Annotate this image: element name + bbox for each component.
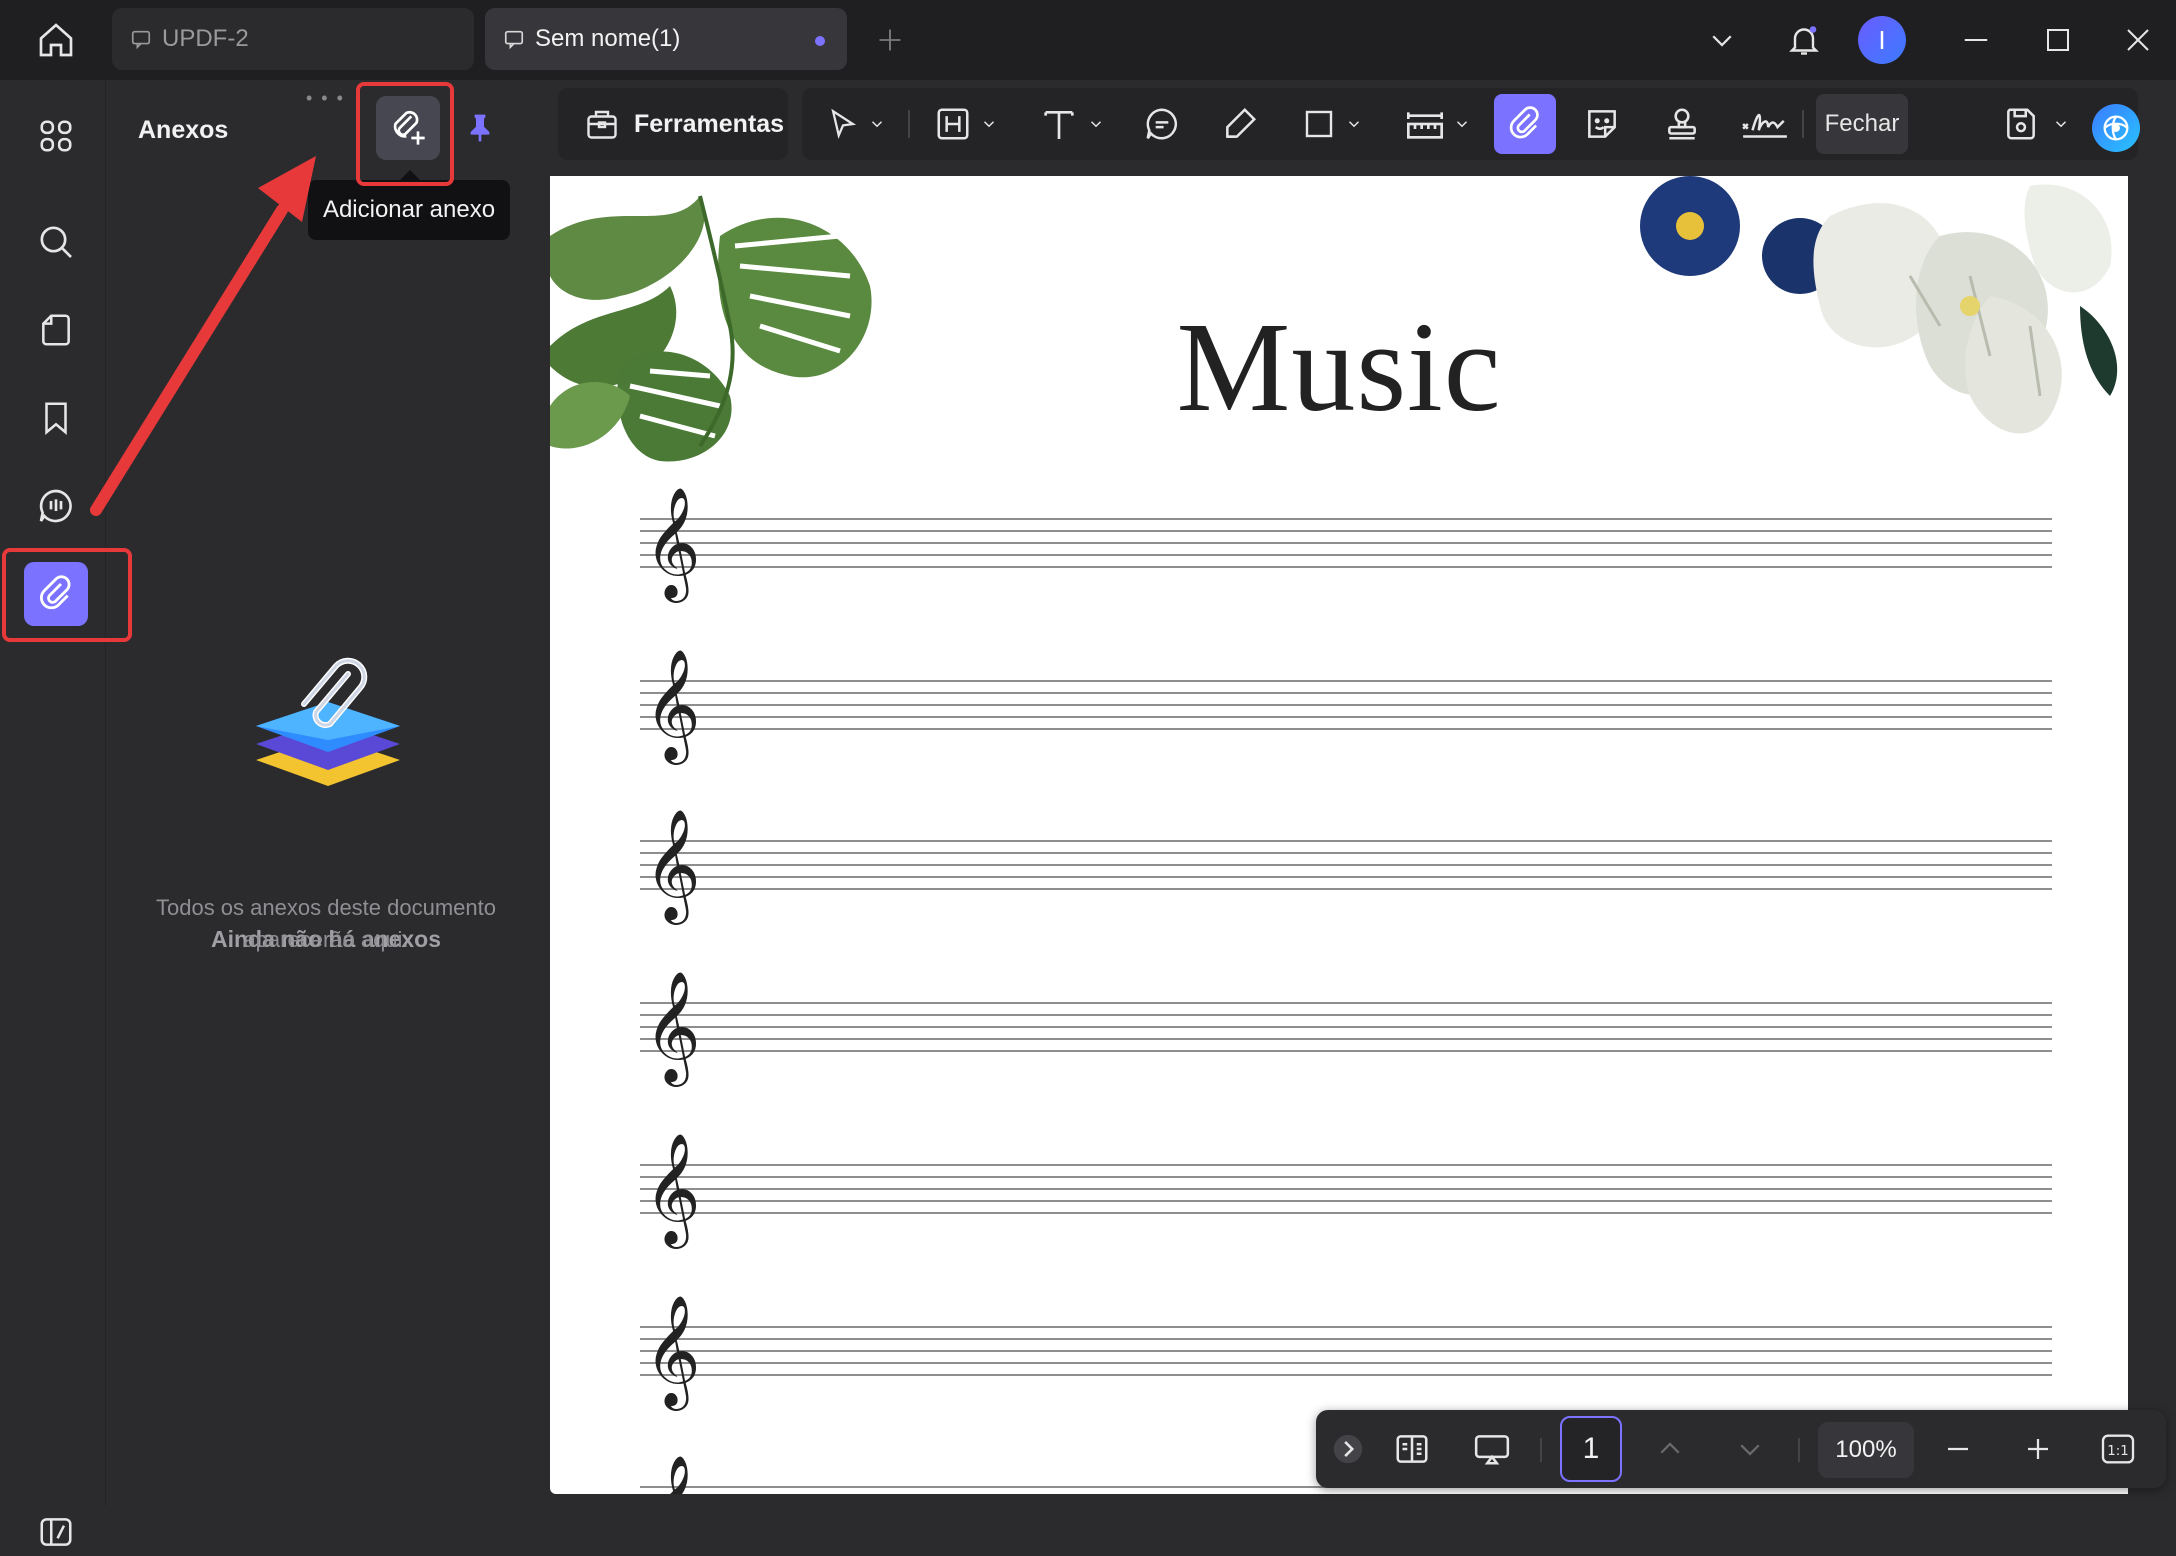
tools-label: Ferramentas — [634, 109, 785, 138]
left-rail — [0, 80, 106, 1546]
music-staff: 𝄞 — [640, 978, 2052, 1074]
empty-description: Todos os anexos deste documento aparecer… — [155, 895, 496, 952]
highlight-attachments-rail — [2, 548, 132, 642]
search-icon[interactable] — [24, 210, 88, 274]
next-page-icon[interactable] — [1726, 1425, 1774, 1473]
attachments-empty-illustration — [238, 640, 418, 820]
treble-clef-icon: 𝄞 — [644, 1462, 701, 1494]
minimize-icon[interactable] — [1952, 16, 2000, 64]
tab-label: Sem nome(1) — [535, 25, 681, 52]
shape-tool-icon[interactable] — [1292, 100, 1372, 148]
zoom-out-icon[interactable] — [1934, 1425, 1982, 1473]
expand-icon[interactable] — [1328, 1425, 1368, 1473]
tab-label: UPDF-2 — [162, 25, 249, 52]
zoom-in-icon[interactable] — [2014, 1425, 2062, 1473]
close-window-icon[interactable] — [2114, 16, 2162, 64]
text-tool-icon[interactable] — [1032, 100, 1112, 148]
avatar[interactable]: I — [1858, 16, 1906, 64]
treble-clef-icon: 𝄞 — [644, 970, 701, 1082]
tools-button[interactable]: Ferramentas — [558, 88, 788, 160]
highlight-tool-icon[interactable] — [926, 100, 1006, 148]
select-tool-icon[interactable] — [816, 100, 896, 148]
maximize-icon[interactable] — [2034, 16, 2082, 64]
music-staff: 𝄞 — [640, 1302, 2052, 1398]
save-icon[interactable] — [1990, 100, 2082, 148]
page-layout-icon[interactable] — [1388, 1425, 1436, 1473]
page-number-input[interactable]: 1 — [1560, 1416, 1622, 1482]
music-staff: 𝄞 — [640, 1140, 2052, 1236]
pdf-page[interactable]: Music 𝄞 𝄞 𝄞 𝄞 𝄞 𝄞 𝄞 — [550, 176, 2128, 1494]
document-title: Music — [1176, 296, 1502, 438]
signature-tool-icon[interactable] — [1736, 100, 1794, 148]
unsaved-dot-icon — [815, 36, 825, 46]
comment-icon — [504, 30, 524, 50]
pages-icon[interactable] — [24, 298, 88, 362]
drag-handle-icon[interactable]: • • • — [306, 88, 345, 109]
thumbnails-icon[interactable] — [24, 104, 88, 168]
treble-clef-icon: 𝄞 — [644, 808, 701, 920]
comment-icon — [131, 30, 151, 50]
sidebar-toggle-icon[interactable] — [32, 1508, 80, 1556]
pin-icon[interactable] — [460, 108, 500, 148]
measure-tool-icon[interactable] — [1398, 100, 1478, 148]
annotation-toolbar: Ferramentas Fechar — [550, 80, 2170, 176]
comment-tool-icon[interactable] — [1138, 100, 1186, 148]
treble-clef-icon: 𝄞 — [644, 1132, 701, 1244]
music-staff: 𝄞 — [640, 656, 2052, 752]
tooltip: Adicionar anexo — [308, 170, 510, 240]
attachment-tool-icon[interactable] — [1494, 94, 1556, 154]
highlight-add-attachment — [356, 82, 454, 186]
sticker-tool-icon[interactable] — [1578, 100, 1626, 148]
pencil-tool-icon[interactable] — [1216, 100, 1264, 148]
previous-page-icon[interactable] — [1646, 1425, 1694, 1473]
treble-clef-icon: 𝄞 — [644, 486, 701, 598]
page-navigation-bar: 1 100% 1:1 — [1316, 1410, 2166, 1488]
treble-clef-icon: 𝄞 — [644, 648, 701, 760]
bell-icon[interactable] — [1780, 16, 1828, 64]
new-tab-icon[interactable] — [870, 20, 910, 60]
title-bar: UPDF-2 Sem nome(1) I — [0, 0, 2176, 80]
tab-updf-2[interactable]: UPDF-2 — [112, 8, 474, 70]
tab-sem-nome[interactable]: Sem nome(1) — [485, 8, 847, 70]
music-staff: 𝄞 — [640, 494, 2052, 590]
tool-group: Fechar — [802, 88, 1998, 160]
zoom-level[interactable]: 100% — [1818, 1422, 1914, 1478]
stamp-tool-icon[interactable] — [1658, 100, 1706, 148]
music-staff: 𝄞 — [640, 816, 2052, 912]
treble-clef-icon: 𝄞 — [644, 1294, 701, 1406]
home-icon[interactable] — [28, 16, 84, 64]
comments-icon[interactable] — [24, 474, 88, 538]
chevron-down-icon[interactable] — [1698, 16, 1746, 64]
actual-size-icon[interactable]: 1:1 — [2094, 1425, 2142, 1473]
close-button[interactable]: Fechar — [1816, 94, 1908, 154]
ai-assistant-icon[interactable] — [2092, 104, 2140, 152]
bookmark-icon[interactable] — [24, 386, 88, 450]
fit-label: 1:1 — [2107, 1444, 2128, 1459]
presentation-icon[interactable] — [1468, 1425, 1516, 1473]
panel-title: Anexos — [138, 116, 229, 144]
toolbox-icon — [587, 110, 617, 139]
